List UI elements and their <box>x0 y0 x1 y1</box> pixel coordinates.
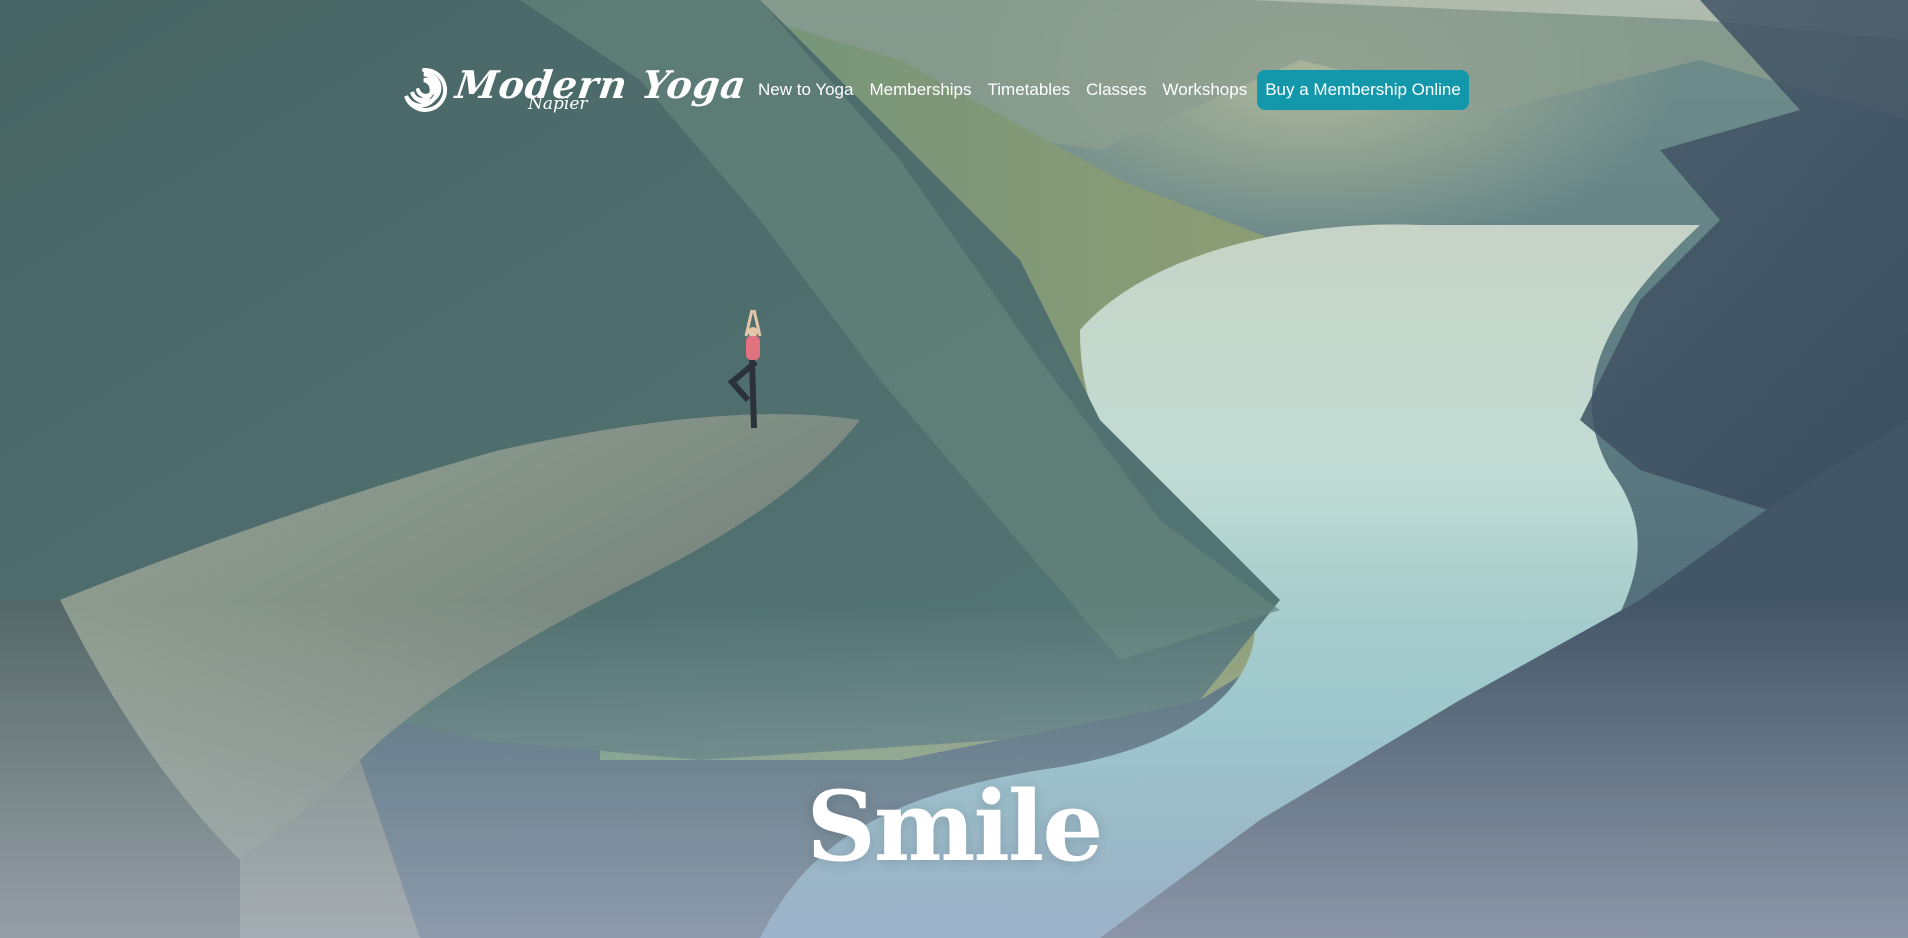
nav-memberships[interactable]: Memberships <box>861 70 979 110</box>
nav-workshops[interactable]: Workshops <box>1155 70 1256 110</box>
nav-new-to-yoga[interactable]: New to Yoga <box>750 70 861 110</box>
nav-timetables[interactable]: Timetables <box>980 70 1079 110</box>
site-logo[interactable]: Modern Yoga Napier <box>400 62 750 118</box>
logo-wordmark: Modern Yoga <box>452 62 750 107</box>
nav-classes[interactable]: Classes <box>1078 70 1154 110</box>
main-navigation: New to Yoga Memberships Timetables Class… <box>750 70 1469 110</box>
hero-section: Modern Yoga Napier New to Yoga Membershi… <box>0 0 1908 938</box>
swirl-logo-icon <box>404 67 448 112</box>
logo-location: Napier <box>528 94 588 114</box>
site-header: Modern Yoga Napier New to Yoga Membershi… <box>400 62 1512 114</box>
buy-membership-button[interactable]: Buy a Membership Online <box>1257 70 1469 110</box>
hero-headline: Smile <box>806 770 1104 883</box>
